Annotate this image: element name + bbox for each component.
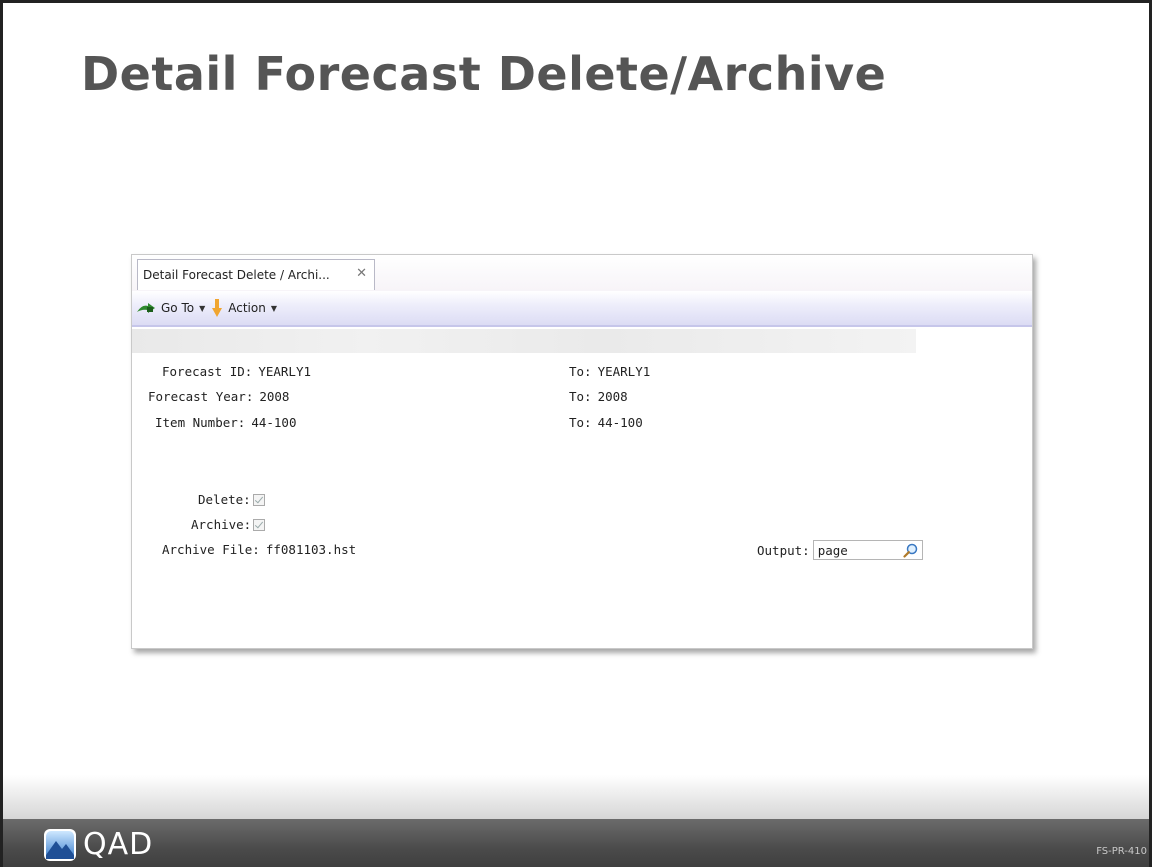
- qad-logo-icon: [44, 828, 76, 861]
- item-number-field: Item Number: 44-100: [155, 415, 296, 430]
- forecast-year-to-field: To: 2008: [569, 389, 628, 404]
- item-number-to-field: To: 44-100: [569, 415, 643, 430]
- tab-bar: Detail Forecast Delete / Archi... ✕: [132, 255, 1032, 292]
- item-number-label: Item Number:: [155, 415, 246, 430]
- archive-field: Archive:: [191, 517, 266, 532]
- delete-field: Delete:: [198, 492, 265, 507]
- output-label: Output:: [757, 542, 810, 558]
- chevron-down-icon: ▼: [199, 303, 206, 313]
- search-icon[interactable]: [903, 543, 918, 558]
- archive-file-value[interactable]: ff081103.hst: [266, 542, 356, 557]
- toolbar: Go To ▼ Action ▼: [132, 291, 1032, 327]
- forecast-id-label: Forecast ID:: [162, 364, 253, 379]
- archive-file-field: Archive File: ff081103.hst: [162, 542, 356, 557]
- tab-detail-forecast[interactable]: Detail Forecast Delete / Archi... ✕: [137, 259, 375, 290]
- chevron-down-icon: ▼: [270, 303, 277, 313]
- output-field: Output: page: [757, 540, 923, 560]
- slide-title: Detail Forecast Delete/Archive: [81, 47, 887, 101]
- footer-bar: [3, 819, 1149, 867]
- slide: Detail Forecast Delete/Archive Detail Fo…: [0, 0, 1152, 867]
- item-number-to-label: To:: [569, 415, 592, 430]
- goto-button[interactable]: Go To ▼: [136, 301, 205, 315]
- forecast-id-to-value[interactable]: YEARLY1: [598, 364, 651, 379]
- forecast-year-to-value[interactable]: 2008: [598, 389, 628, 404]
- forecast-id-field: Forecast ID: YEARLY1: [162, 364, 311, 379]
- item-number-value[interactable]: 44-100: [251, 415, 296, 430]
- tab-label: Detail Forecast Delete / Archi...: [143, 268, 330, 282]
- forecast-id-to-field: To: YEARLY1: [569, 364, 650, 379]
- footer-fade: [3, 775, 1149, 819]
- delete-label: Delete:: [198, 492, 251, 507]
- header-band: [132, 329, 916, 353]
- forecast-year-label: Forecast Year:: [148, 389, 254, 404]
- form: Forecast ID: YEARLY1 To: YEARLY1 Forecas…: [132, 353, 1032, 648]
- archive-checkbox[interactable]: [253, 518, 266, 531]
- output-input[interactable]: page: [812, 540, 923, 560]
- forecast-year-to-label: To:: [569, 389, 592, 404]
- app-window: Detail Forecast Delete / Archi... ✕ Go T…: [131, 254, 1033, 649]
- output-value: page: [817, 542, 848, 558]
- logo-text: QAD: [83, 827, 154, 862]
- forecast-year-field: Forecast Year: 2008: [148, 389, 289, 404]
- action-icon: [212, 299, 223, 317]
- goto-icon: [137, 303, 155, 313]
- action-label: Action: [228, 301, 266, 315]
- forecast-year-value[interactable]: 2008: [259, 389, 289, 404]
- action-button[interactable]: Action ▼: [211, 298, 277, 318]
- qad-logo: QAD: [43, 827, 153, 862]
- delete-checkbox[interactable]: [252, 493, 265, 506]
- forecast-id-value[interactable]: YEARLY1: [258, 364, 311, 379]
- goto-label: Go To: [161, 301, 195, 315]
- archive-file-label: Archive File:: [162, 542, 260, 557]
- slide-code: FS-PR-410: [1096, 846, 1147, 857]
- archive-label: Archive:: [191, 517, 252, 532]
- close-icon[interactable]: ✕: [356, 266, 367, 281]
- forecast-id-to-label: To:: [569, 364, 592, 379]
- item-number-to-value[interactable]: 44-100: [598, 415, 643, 430]
